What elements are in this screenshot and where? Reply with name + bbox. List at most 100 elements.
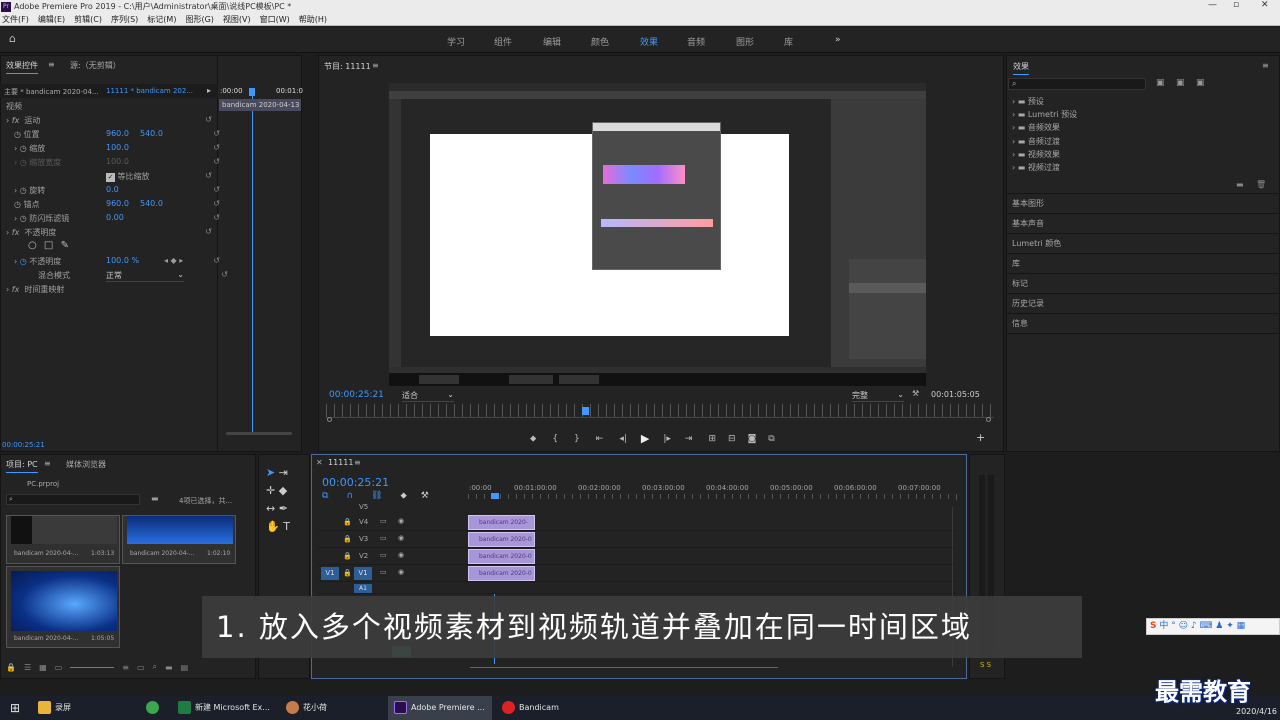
timeline-sequence-tab[interactable]: 11111 xyxy=(328,458,353,467)
home-icon[interactable]: ⌂ xyxy=(9,33,21,44)
export-frame-icon[interactable]: ◙ xyxy=(748,434,757,444)
effects-folder-audio-effects[interactable]: › ▬ 音频效果 xyxy=(1012,122,1060,133)
tab-media-browser[interactable]: 媒体浏览器 xyxy=(66,459,106,470)
new-bin-icon[interactable]: ▬ xyxy=(1236,180,1244,189)
reset-icon[interactable]: ↺ xyxy=(213,129,220,138)
master-clip-label[interactable]: 主要 * bandicam 2020-04... xyxy=(4,87,99,97)
program-video-frame[interactable] xyxy=(389,83,926,386)
ellipse-mask-icon[interactable]: ○ xyxy=(28,240,37,251)
tab-assembly[interactable]: 组件 xyxy=(494,35,512,48)
mark-out-icon[interactable]: } xyxy=(574,434,580,444)
panel-info[interactable]: 信息 xyxy=(1012,318,1028,329)
project-item[interactable]: bandicam 2020-04-... 1:02:10 xyxy=(122,515,236,564)
reset-icon[interactable]: ↺ xyxy=(205,171,212,180)
tab-libraries[interactable]: 库 xyxy=(784,35,793,48)
blend-mode-select[interactable]: 正常 ⌄ xyxy=(106,270,184,282)
ime-tools-icon[interactable]: ° ☺ ♪ ⌨ ♟ ✦ ▦ xyxy=(1171,621,1245,631)
yuv-icon[interactable]: ▣ xyxy=(1196,78,1205,88)
position-y[interactable]: 540.0 xyxy=(140,129,163,138)
timeline-clip-v1[interactable]: bandicam 2020-0 xyxy=(468,566,535,581)
quality-select[interactable]: 完整 ⌄ xyxy=(852,390,904,402)
minimize-icon[interactable]: — xyxy=(1208,0,1217,10)
uniform-scale[interactable]: ✓ 等比缩放 ↺ xyxy=(106,171,216,183)
tab-effects[interactable]: 效果 xyxy=(640,35,658,48)
fx-motion-row[interactable]: › fx 运动 ↺ xyxy=(6,115,216,127)
new-bin-icon[interactable]: ▬ xyxy=(165,663,173,672)
tab-close-icon[interactable]: ✕ xyxy=(316,458,323,467)
tab-effect-controls[interactable]: 效果控件 xyxy=(6,60,38,74)
icon-view-icon[interactable]: ▦ xyxy=(39,663,47,672)
browser-icon[interactable] xyxy=(146,696,163,720)
timeline-timecode[interactable]: 00:00:25:21 xyxy=(322,476,389,489)
tab-graphics[interactable]: 图形 xyxy=(736,35,754,48)
sort-icon[interactable]: ≡ xyxy=(122,663,129,672)
reset-icon[interactable]: ↺ xyxy=(213,157,220,166)
lock-icon[interactable]: 🔒 xyxy=(343,518,352,526)
solo-buttons[interactable]: S S xyxy=(980,661,991,669)
zoom-handle-right[interactable] xyxy=(986,417,991,422)
tab-editing[interactable]: 编辑 xyxy=(543,35,561,48)
panel-menu-icon[interactable]: ≡ xyxy=(44,459,51,468)
effects-search-input[interactable]: ⌕ xyxy=(1008,78,1146,90)
new-bin-icon[interactable]: ▬ xyxy=(151,494,159,503)
panel-menu-icon[interactable]: ≡ xyxy=(372,61,379,70)
project-item[interactable]: bandicam 2020-04-... 1:05:05 xyxy=(6,566,120,648)
position-x[interactable]: 960.0 xyxy=(106,129,129,138)
effects-folder-video-effects[interactable]: › ▬ 视频效果 xyxy=(1012,149,1060,160)
list-view-icon[interactable]: ☰ xyxy=(24,663,31,672)
fx-opacity-row[interactable]: › fx 不透明度 ↺ xyxy=(6,227,216,239)
eye-icon[interactable]: ◉ xyxy=(398,517,404,525)
panel-essential-graphics[interactable]: 基本图形 xyxy=(1012,198,1044,209)
effects-folder-presets[interactable]: › ▬ 预设 xyxy=(1012,96,1044,107)
taskbar-date[interactable]: 2020/4/16 xyxy=(1236,706,1277,718)
32bit-icon[interactable]: ▣ xyxy=(1176,78,1185,88)
taskbar-recorder[interactable]: 录屏 xyxy=(38,696,71,720)
effects-title[interactable]: 效果 xyxy=(1013,61,1029,75)
extract-icon[interactable]: ⊟ xyxy=(728,434,736,444)
track-select-icon[interactable]: ⇥ xyxy=(279,466,288,479)
scale-value[interactable]: 100.0 xyxy=(106,143,129,152)
razor-tool-icon[interactable]: ◆ xyxy=(279,484,287,497)
ec-timecode[interactable]: 00:00:25:21 xyxy=(2,441,45,449)
ime-mode[interactable]: 中 xyxy=(1159,621,1168,631)
eye-icon[interactable]: ◉ xyxy=(398,568,404,576)
play-icon[interactable]: ▶ xyxy=(641,432,649,445)
maximize-icon[interactable]: ▫ xyxy=(1233,0,1239,10)
reset-icon[interactable]: ↺ xyxy=(213,143,220,152)
ripple-edit-icon[interactable]: ✛ xyxy=(266,484,275,497)
eye-icon[interactable]: ◉ xyxy=(398,534,404,542)
prop-rotation[interactable]: › ◷ 旋转 0.0 ↺ xyxy=(14,185,224,197)
menu-view[interactable]: 视图(V) xyxy=(223,14,251,25)
sync-icon[interactable]: ▭ xyxy=(380,551,387,559)
effects-folder-video-transitions[interactable]: › ▬ 视频过渡 xyxy=(1012,162,1060,173)
step-back-icon[interactable]: ◂| xyxy=(619,434,627,444)
reset-icon[interactable]: ↺ xyxy=(221,270,228,279)
zoom-slider[interactable] xyxy=(70,666,115,668)
fx-timeremap-row[interactable]: › fx 时间重映射 xyxy=(6,284,216,296)
tab-color[interactable]: 颜色 xyxy=(591,35,609,48)
reset-icon[interactable]: ↺ xyxy=(205,227,212,236)
taskbar-huaxiaohe[interactable]: 花小荷 xyxy=(286,696,327,720)
zoom-handle-left[interactable] xyxy=(327,417,332,422)
menu-help[interactable]: 帮助(H) xyxy=(299,14,327,25)
more-workspaces-icon[interactable]: » xyxy=(835,35,841,45)
eye-icon[interactable]: ◉ xyxy=(398,551,404,559)
menu-file[interactable]: 文件(F) xyxy=(2,14,29,25)
track-label[interactable]: V1 xyxy=(354,567,372,580)
go-to-out-icon[interactable]: ⇥ xyxy=(685,434,693,444)
slip-tool-icon[interactable]: ↔ xyxy=(266,502,275,515)
panel-menu-icon[interactable]: ≡ xyxy=(354,458,361,467)
menu-edit[interactable]: 编辑(E) xyxy=(38,14,65,25)
ec-playhead[interactable] xyxy=(249,88,255,96)
effects-folder-audio-transitions[interactable]: › ▬ 音频过渡 xyxy=(1012,136,1060,147)
ec-clip-bar[interactable]: bandicam 2020-04-13 1 xyxy=(219,99,301,111)
reset-icon[interactable]: ↺ xyxy=(213,256,220,265)
opacity-value[interactable]: 100.0 % xyxy=(106,256,139,265)
panel-history[interactable]: 历史记录 xyxy=(1012,298,1044,309)
step-forward-icon[interactable]: |▸ xyxy=(663,434,671,444)
panel-menu-icon[interactable]: ≡ xyxy=(48,60,55,69)
tab-learn[interactable]: 学习 xyxy=(447,35,465,48)
effects-folder-lumetri[interactable]: › ▬ Lumetri 预设 xyxy=(1012,109,1077,120)
panel-markers[interactable]: 标记 xyxy=(1012,278,1028,289)
close-icon[interactable]: ✕ xyxy=(1261,0,1269,10)
